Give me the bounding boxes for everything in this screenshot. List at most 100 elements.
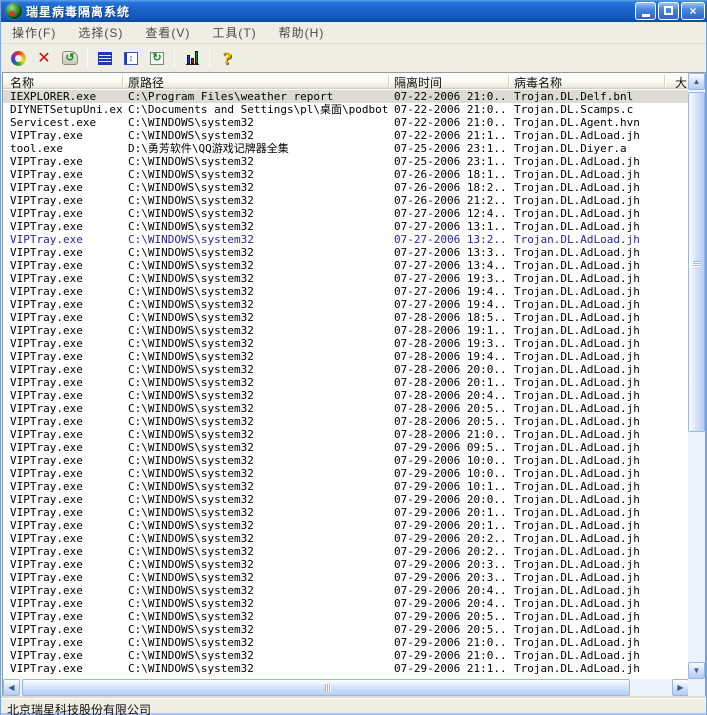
quarantine-row[interactable]: tool.exeD:\勇芳软件\QQ游戏记牌器全集07-25-2006 23:1… (3, 142, 689, 155)
cell-virus: Trojan.DL.AdLoad.jh (514, 259, 664, 272)
menu-help[interactable]: 帮助(H) (268, 21, 336, 44)
quarantine-row[interactable]: VIPTray.exeC:\WINDOWS\system3207-28-2006… (3, 324, 689, 337)
quarantine-row[interactable]: VIPTray.exeC:\WINDOWS\system3207-29-2006… (3, 636, 689, 649)
quarantine-row[interactable]: VIPTray.exeC:\WINDOWS\system3207-29-2006… (3, 649, 689, 662)
quarantine-row[interactable]: VIPTray.exeC:\WINDOWS\system3207-29-2006… (3, 545, 689, 558)
quarantine-row[interactable]: VIPTray.exeC:\WINDOWS\system3207-27-2006… (3, 220, 689, 233)
quarantine-row[interactable]: VIPTray.exeC:\WINDOWS\system3207-28-2006… (3, 337, 689, 350)
column-header-time[interactable]: 隔离时间 (394, 74, 442, 91)
delete-button[interactable]: ✕ (31, 46, 57, 70)
quarantine-row[interactable]: VIPTray.exeC:\WINDOWS\system3207-29-2006… (3, 623, 689, 636)
quarantine-row[interactable]: VIPTray.exeC:\WINDOWS\system3207-27-2006… (3, 259, 689, 272)
quarantine-row[interactable]: DIYNETSetupUni.exeC:\Documents and Setti… (3, 103, 689, 116)
column-header-virus[interactable]: 病毒名称 (514, 74, 562, 91)
cell-name: VIPTray.exe (10, 233, 122, 246)
help-button[interactable]: ? (214, 46, 240, 70)
quarantine-row[interactable]: VIPTray.exeC:\WINDOWS\system3207-26-2006… (3, 181, 689, 194)
toolbar: ✕ ↺ ↕ ↻ ? (1, 45, 706, 71)
quarantine-row[interactable]: VIPTray.exeC:\WINDOWS\system3207-29-2006… (3, 558, 689, 571)
title-bar[interactable]: 瑞星病毒隔离系统 × (1, 0, 707, 22)
quarantine-row[interactable]: VIPTray.exeC:\WINDOWS\system3207-27-2006… (3, 298, 689, 311)
scroll-right-arrow-icon[interactable]: ▶ (672, 679, 689, 696)
scroll-up-arrow-icon[interactable]: ▲ (688, 73, 705, 90)
quarantine-row[interactable]: VIPTray.exeC:\WINDOWS\system3207-22-2006… (3, 129, 689, 142)
quarantine-row[interactable]: VIPTray.exeC:\WINDOWS\system3207-28-2006… (3, 389, 689, 402)
column-header-size[interactable]: 大 (675, 74, 687, 91)
quarantine-row[interactable]: VIPTray.exeC:\WINDOWS\system3207-29-2006… (3, 519, 689, 532)
quarantine-row[interactable]: VIPTray.exeC:\WINDOWS\system3207-29-2006… (3, 506, 689, 519)
refresh-button[interactable]: ↻ (144, 46, 170, 70)
quarantine-row[interactable]: VIPTray.exeC:\WINDOWS\system3207-29-2006… (3, 610, 689, 623)
quarantine-row[interactable]: VIPTray.exeC:\WINDOWS\system3207-29-2006… (3, 454, 689, 467)
quarantine-row[interactable]: VIPTray.exeC:\WINDOWS\system3207-29-2006… (3, 493, 689, 506)
cell-name: VIPTray.exe (10, 597, 122, 610)
quarantine-row[interactable]: VIPTray.exeC:\WINDOWS\system3207-29-2006… (3, 597, 689, 610)
column-divider[interactable] (664, 75, 665, 87)
clean-button[interactable]: ↺ (57, 46, 83, 70)
cell-name: IEXPLORER.exe (10, 90, 122, 103)
horizontal-scrollbar-thumb[interactable] (22, 679, 630, 696)
quarantine-row[interactable]: Servicest.exeC:\WINDOWS\system3207-22-20… (3, 116, 689, 129)
quarantine-row[interactable]: VIPTray.exeC:\WINDOWS\system3207-28-2006… (3, 376, 689, 389)
quarantine-row[interactable]: VIPTray.exeC:\WINDOWS\system3207-28-2006… (3, 311, 689, 324)
cell-name: VIPTray.exe (10, 545, 122, 558)
quarantine-row[interactable]: VIPTray.exeC:\WINDOWS\system3207-27-2006… (3, 246, 689, 259)
refresh-icon: ↻ (150, 52, 164, 65)
quarantine-row[interactable]: VIPTray.exeC:\WINDOWS\system3207-29-2006… (3, 480, 689, 493)
quarantine-row[interactable]: VIPTray.exeC:\WINDOWS\system3207-29-2006… (3, 532, 689, 545)
quarantine-row[interactable]: VIPTray.exeC:\WINDOWS\system3207-29-2006… (3, 467, 689, 480)
cell-name: VIPTray.exe (10, 350, 122, 363)
cell-time: 07-29-2006 20:5... (394, 610, 508, 623)
cell-path: D:\勇芳软件\QQ游戏记牌器全集 (128, 142, 388, 155)
quarantine-row[interactable]: VIPTray.exeC:\WINDOWS\system3207-27-2006… (3, 233, 689, 246)
scroll-down-arrow-icon[interactable]: ▼ (688, 662, 705, 679)
column-header-path[interactable]: 原路径 (128, 74, 164, 91)
restore-button[interactable] (5, 46, 31, 70)
quarantine-row[interactable]: VIPTray.exeC:\WINDOWS\system3207-28-2006… (3, 363, 689, 376)
cell-name: VIPTray.exe (10, 246, 122, 259)
details-view-button[interactable] (92, 46, 118, 70)
quarantine-row[interactable]: VIPTray.exeC:\WINDOWS\system3207-28-2006… (3, 428, 689, 441)
vertical-scrollbar-thumb[interactable] (688, 92, 705, 432)
quarantine-row[interactable]: VIPTray.exeC:\WINDOWS\system3207-29-2006… (3, 571, 689, 584)
quarantine-row[interactable]: VIPTray.exeC:\WINDOWS\system3207-28-2006… (3, 350, 689, 363)
scroll-left-arrow-icon[interactable]: ◀ (3, 679, 20, 696)
column-divider[interactable] (388, 75, 389, 87)
quarantine-row[interactable]: VIPTray.exeC:\WINDOWS\system3207-28-2006… (3, 415, 689, 428)
cell-name: VIPTray.exe (10, 220, 122, 233)
close-button[interactable]: × (681, 2, 705, 20)
vertical-scrollbar[interactable]: ▲ ▼ (688, 73, 705, 679)
cell-virus: Trojan.DL.AdLoad.jh (514, 324, 664, 337)
cell-name: VIPTray.exe (10, 623, 122, 636)
column-divider[interactable] (508, 75, 509, 87)
columns-button[interactable]: ↕ (118, 46, 144, 70)
menu-tools[interactable]: 工具(T) (201, 21, 267, 44)
cell-path: C:\WINDOWS\system32 (128, 246, 388, 259)
quarantine-row[interactable]: VIPTray.exeC:\WINDOWS\system3207-28-2006… (3, 402, 689, 415)
quarantine-row[interactable]: IEXPLORER.exeC:\Program Files\weather re… (3, 90, 689, 103)
quarantine-row[interactable]: VIPTray.exeC:\WINDOWS\system3207-29-2006… (3, 584, 689, 597)
column-header-name[interactable]: 名称 (10, 74, 34, 91)
cell-path: C:\WINDOWS\system32 (128, 454, 388, 467)
menu-view[interactable]: 查看(V) (134, 21, 201, 44)
quarantine-row[interactable]: VIPTray.exeC:\WINDOWS\system3207-25-2006… (3, 155, 689, 168)
cell-path: C:\WINDOWS\system32 (128, 298, 388, 311)
cell-name: VIPTray.exe (10, 363, 122, 376)
quarantine-row[interactable]: VIPTray.exeC:\WINDOWS\system3207-27-2006… (3, 285, 689, 298)
cell-virus: Trojan.DL.AdLoad.jh (514, 155, 664, 168)
maximize-button[interactable] (658, 2, 679, 20)
horizontal-scrollbar[interactable]: ◀ ▶ (3, 679, 689, 696)
quarantine-row[interactable]: VIPTray.exeC:\WINDOWS\system3207-27-2006… (3, 207, 689, 220)
column-divider[interactable] (122, 75, 123, 87)
minimize-button[interactable] (635, 2, 656, 20)
quarantine-row[interactable]: VIPTray.exeC:\WINDOWS\system3207-29-2006… (3, 441, 689, 454)
quarantine-row[interactable]: VIPTray.exeC:\WINDOWS\system3207-29-2006… (3, 662, 689, 675)
quarantine-row[interactable]: VIPTray.exeC:\WINDOWS\system3207-27-2006… (3, 272, 689, 285)
menu-operation[interactable]: 操作(F) (1, 21, 67, 44)
menu-select[interactable]: 选择(S) (67, 21, 134, 44)
cell-path: C:\WINDOWS\system32 (128, 571, 388, 584)
quarantine-row[interactable]: VIPTray.exeC:\WINDOWS\system3207-26-2006… (3, 168, 689, 181)
quarantine-row[interactable]: VIPTray.exeC:\WINDOWS\system3207-26-2006… (3, 194, 689, 207)
statistics-button[interactable] (179, 46, 205, 70)
cell-path: C:\Documents and Settings\pl\桌面\podbot (128, 103, 388, 116)
